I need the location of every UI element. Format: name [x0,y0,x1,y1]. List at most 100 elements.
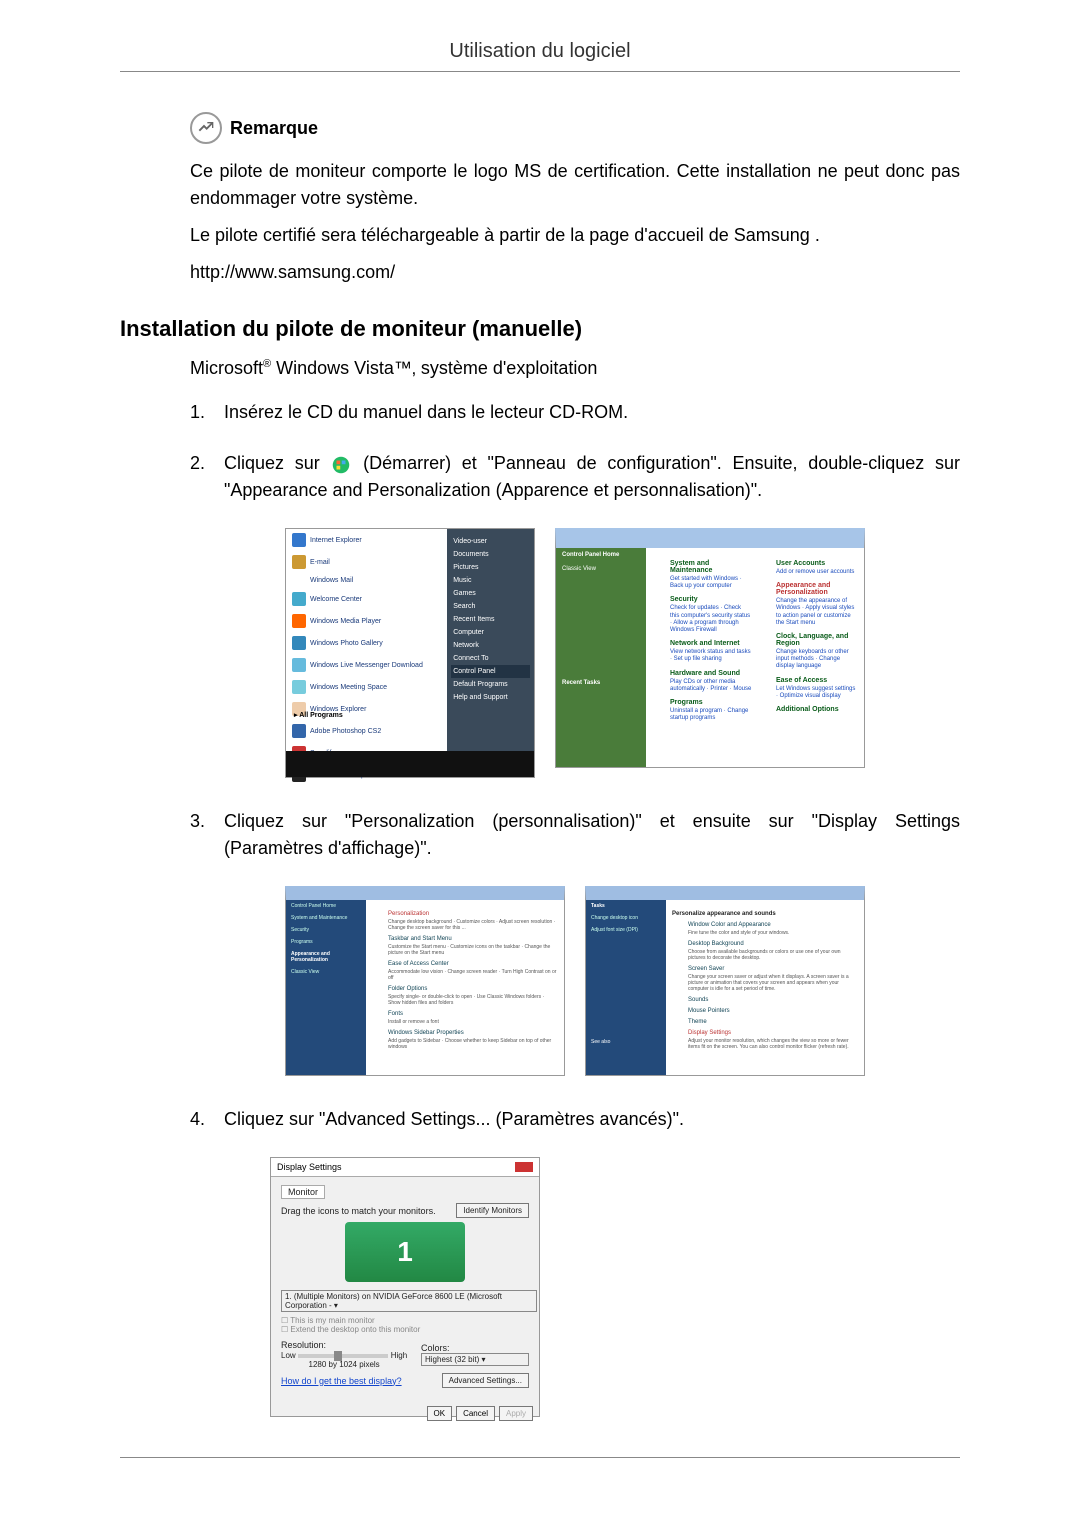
smr-item: Pictures [451,561,530,574]
ap-left: System and Maintenance [286,912,366,924]
pz-item: Sounds [688,997,858,1003]
ap-item: Personalization [388,911,558,917]
cp-cat: Hardware and Sound [670,670,752,677]
ds-title: Display Settings [277,1162,342,1172]
sm-item: Windows Live Messenger Download [310,662,423,669]
pz-item: Mouse Pointers [688,1008,858,1014]
help-link[interactable]: How do I get the best display? [281,1376,402,1386]
section-heading: Installation du pilote de moniteur (manu… [120,316,960,342]
apply-button[interactable]: Apply [499,1406,533,1421]
ds-drag-text: Drag the icons to match your monitors. [281,1206,436,1216]
note-paragraph-2: Le pilote certifié sera téléchargeable à… [190,222,960,249]
display-settings-screenshot: Display Settings Monitor Drag the icons … [270,1157,540,1417]
note-paragraph-1: Ce pilote de moniteur comporte le logo M… [190,158,960,212]
ap-item: Folder Options [388,986,558,992]
cp-cat: System and Maintenance [670,560,752,574]
pz-item: Desktop Background [688,941,858,947]
ok-button[interactable]: OK [427,1406,453,1421]
ap-sub: Add gadgets to Sidebar · Choose whether … [388,1038,558,1050]
sm-item: E-mail [310,559,330,566]
extend-desktop-checkbox[interactable]: Extend the desktop onto this monitor [290,1325,420,1334]
pz-sub: Choose from available backgrounds or col… [688,949,858,961]
personalize-screenshot: Tasks Change desktop icon Adjust font si… [585,886,865,1076]
ap-sub: Accommodate low vision · Change screen r… [388,969,558,981]
step-text-4: Cliquez sur "Advanced Settings... (Param… [224,1106,960,1133]
appearance-screenshot: Control Panel Home System and Maintenanc… [285,886,565,1076]
cp-sub: Get started with Windows · Back up your … [670,576,752,590]
smr-item: Search [451,600,530,613]
ap-sub: Install or remove a font [388,1019,558,1025]
os-intro: Microsoft® Windows Vista™‚ système d'exp… [190,358,960,379]
cancel-button[interactable]: Cancel [456,1406,495,1421]
step-number-3: 3. [190,808,224,862]
pz-item: Theme [688,1019,858,1025]
cp-sub: Change the appearance of Windows · Apply… [776,598,858,627]
ap-left: Security [286,924,366,936]
intro-reg: ® [263,358,271,370]
cp-cat-highlight: Appearance and Personalization [776,582,858,596]
intro-a: Microsoft [190,358,263,378]
sm-item: Adobe Photoshop CS2 [310,728,381,735]
resolution-slider[interactable] [298,1354,388,1358]
start-orb-icon [332,455,350,473]
cp-cat: Clock, Language, and Region [776,633,858,647]
smr-item: Computer [451,626,530,639]
step-number-2: 2. [190,450,224,504]
sm-item: Windows Mail [310,577,353,584]
step-text-2: Cliquez sur (Démarrer) et "Panneau de co… [224,450,960,504]
colors-label: Colors: [421,1343,529,1353]
main-monitor-checkbox[interactable]: This is my main monitor [290,1316,374,1325]
ap-left: Programs [286,936,366,948]
monitor-dropdown[interactable]: 1. (Multiple Monitors) on NVIDIA GeForce… [281,1290,537,1312]
res-high: High [391,1351,407,1360]
ap-left: Classic View [286,966,366,978]
cp-sub: Play CDs or other media automatically · … [670,679,752,693]
smr-item: Recent Items [451,613,530,626]
control-panel-screenshot: Control Panel Home Classic View Recent T… [555,528,865,768]
step2-a: Cliquez sur [224,453,320,473]
smr-item: Connect To [451,652,530,665]
pz-item: Screen Saver [688,966,858,972]
pz-item-highlight: Display Settings [688,1030,858,1036]
resolution-label: Resolution: [281,1340,407,1350]
ap-sub: Specify single- or double-click to open … [388,994,558,1006]
step-text-1: Insérez le CD du manuel dans le lecteur … [224,399,960,426]
sm-item: Welcome Center [310,596,362,603]
res-low: Low [281,1351,296,1360]
cp-sub: View network status and tasks · Set up f… [670,649,752,663]
smr-item: Control Panel [451,665,530,678]
pz-sub: Change your screen saver or adjust when … [688,974,858,992]
intro-b: Windows Vista™‚ système d'exploitation [271,358,597,378]
cp-sub: Let Windows suggest settings · Optimize … [776,686,858,700]
smr-item: Video-user [451,535,530,548]
sm-item: Windows Photo Gallery [310,640,383,647]
all-programs: All Programs [299,712,343,719]
cp-sub: Change keyboards or other input methods … [776,649,858,671]
step-number-1: 1. [190,399,224,426]
sm-item: Windows Meeting Space [310,684,387,691]
ap-sub: Change desktop background · Customize co… [388,919,558,931]
cp-sub: Check for updates · Check this computer'… [670,605,752,634]
pz-sub: Adjust your monitor resolution, which ch… [688,1038,858,1050]
smr-item: Default Programs [451,678,530,691]
identify-monitors-button[interactable]: Identify Monitors [456,1203,529,1218]
smr-item: Help and Support [451,691,530,704]
cp-cat: User Accounts [776,560,858,567]
ap-left-active: Appearance and Personalization [286,948,366,966]
resolution-value: 1280 by 1024 pixels [281,1360,407,1369]
cp-cat: Additional Options [776,706,858,713]
page-header: Utilisation du logiciel [120,40,960,72]
smr-item: Games [451,587,530,600]
colors-dropdown[interactable]: Highest (32 bit) ▾ [421,1353,529,1366]
cp-sub: Add or remove user accounts [776,569,858,576]
smr-item: Documents [451,548,530,561]
step-text-3: Cliquez sur "Personalization (personnali… [224,808,960,862]
sm-item: Internet Explorer [310,537,362,544]
ap-item: Taskbar and Start Menu [388,936,558,942]
advanced-settings-button[interactable]: Advanced Settings... [442,1373,529,1388]
pz-left: Adjust font size (DPI) [586,924,666,936]
start-menu-screenshot: Internet Explorer E-mail Windows Mail We… [285,528,535,778]
footer-rule [120,1457,960,1458]
close-icon [515,1162,533,1172]
cp-left-item: Control Panel Home [556,548,646,562]
